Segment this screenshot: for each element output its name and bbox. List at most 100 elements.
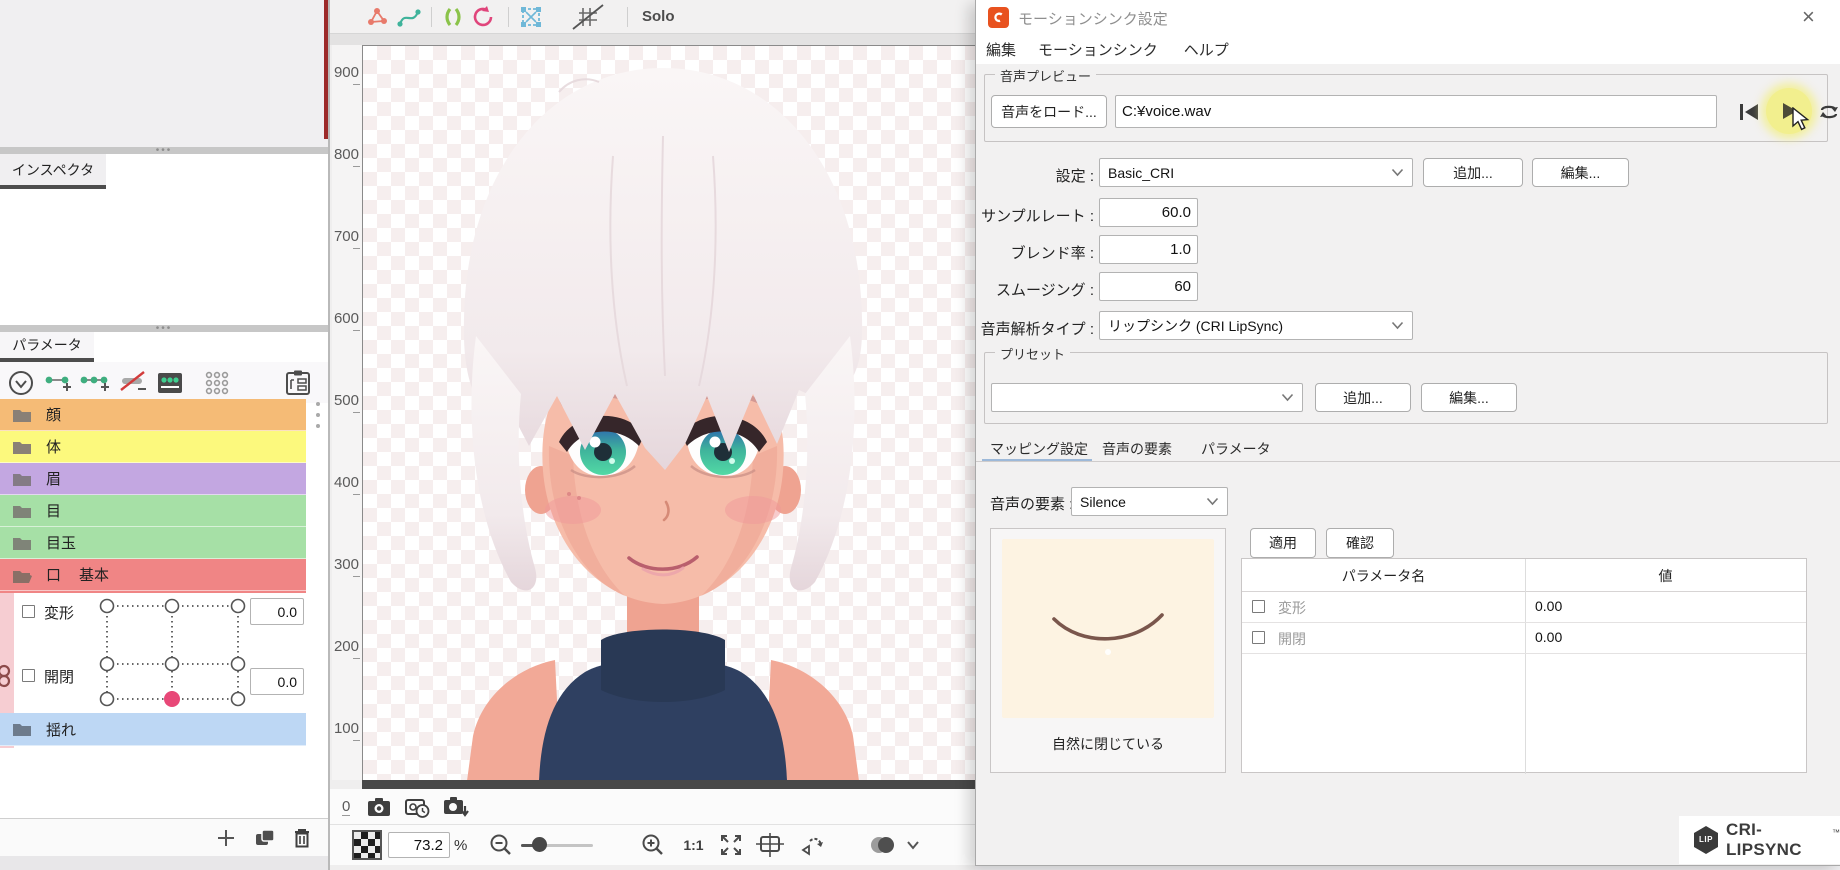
- splitter-horizontal-2[interactable]: •••: [0, 325, 328, 332]
- preset-group-label: プリセット: [995, 344, 1070, 363]
- menu-help[interactable]: ヘルプ: [1184, 39, 1229, 60]
- tab-parameter[interactable]: パラメータ: [0, 332, 94, 362]
- folder-icon: [12, 535, 32, 551]
- folder-label: 口: [46, 564, 61, 585]
- motionsync-dialog: モーションシンク設定 × 編集 モーションシンク ヘルプ 音声プレビュー 音声を…: [975, 0, 1840, 866]
- setting-select-value: Basic_CRI: [1108, 165, 1174, 181]
- load-audio-button[interactable]: 音声をロード...: [991, 95, 1107, 128]
- tab-inspector[interactable]: インスペクタ: [0, 154, 106, 189]
- canvas-frame-icon[interactable]: [756, 833, 784, 857]
- confirm-button[interactable]: 確認: [1326, 528, 1394, 558]
- tab-mapping-settings[interactable]: マッピング設定: [990, 439, 1088, 459]
- remove-keyform-icon[interactable]: [118, 370, 148, 396]
- screenshot-icon[interactable]: [366, 796, 392, 818]
- preset-edit-button[interactable]: 編集...: [1421, 383, 1517, 412]
- param-folder-eye[interactable]: 目: [0, 495, 306, 527]
- menu-edit[interactable]: 編集: [986, 39, 1016, 60]
- setting-select[interactable]: Basic_CRI: [1099, 158, 1413, 187]
- table-row-openclose[interactable]: 開閉 0.00: [1242, 622, 1806, 654]
- view-mode-chevron[interactable]: [906, 840, 920, 850]
- table-row-deform[interactable]: 変形 0.00: [1242, 591, 1806, 623]
- row-checkbox[interactable]: [1252, 631, 1265, 644]
- param-folder-eyeball[interactable]: 目玉: [0, 527, 306, 559]
- row-param-value[interactable]: 0.00: [1535, 598, 1562, 614]
- preset-add-button[interactable]: 追加...: [1315, 383, 1411, 412]
- delete-icon[interactable]: [292, 827, 312, 849]
- param-checkbox-deform[interactable]: [22, 605, 35, 618]
- menu-motionsync[interactable]: モーションシンク: [1038, 39, 1158, 60]
- multi-keypoint-grid-icon[interactable]: [204, 370, 230, 396]
- loop-icon[interactable]: [1817, 100, 1840, 124]
- tab-parameters[interactable]: パラメータ: [1201, 439, 1271, 459]
- grid-toggle-icon[interactable]: [571, 4, 605, 30]
- blend-ratio-input[interactable]: [1099, 235, 1198, 264]
- param-folder-sway[interactable]: 揺れ: [0, 713, 306, 746]
- capture-export-icon[interactable]: [442, 796, 470, 818]
- smoothing-input[interactable]: [1099, 272, 1198, 301]
- reset-rotation-icon[interactable]: [796, 833, 826, 857]
- param-folder-mouth[interactable]: 口 基本: [0, 559, 306, 591]
- view-mode-toggle[interactable]: [866, 834, 900, 856]
- canvas-hscrollbar[interactable]: [362, 780, 975, 789]
- apply-button[interactable]: 適用: [1250, 528, 1316, 558]
- parameter-bottom-bar: [0, 818, 328, 857]
- preset-group: プリセット 追加... 編集...: [984, 352, 1828, 424]
- solo-toggle[interactable]: Solo: [642, 8, 675, 25]
- add-parameter-icon[interactable]: [216, 828, 236, 848]
- keyform-editor-icon[interactable]: [156, 371, 184, 395]
- dialog-titlebar[interactable]: モーションシンク設定 ×: [976, 0, 1840, 34]
- row-param-value[interactable]: 0.00: [1535, 629, 1562, 645]
- param-folder-body[interactable]: 体: [0, 431, 306, 463]
- analysis-type-select[interactable]: リップシンク (CRI LipSync): [1099, 311, 1413, 340]
- timed-capture-icon[interactable]: [404, 796, 430, 818]
- audio-element-select[interactable]: Silence: [1071, 487, 1228, 516]
- model-viewport[interactable]: [362, 45, 975, 780]
- deformer-brackets-icon[interactable]: [442, 6, 464, 28]
- add-3point-keyform-icon[interactable]: [80, 370, 110, 396]
- param-value-openclose[interactable]: [250, 668, 304, 695]
- preset-select[interactable]: [991, 383, 1303, 412]
- mesh-tool-icon[interactable]: [365, 6, 389, 28]
- param-checkbox-openclose[interactable]: [22, 669, 35, 682]
- param-scrollbar[interactable]: [314, 402, 322, 428]
- setting-add-button[interactable]: 追加...: [1423, 158, 1523, 187]
- transform-box-icon[interactable]: [519, 6, 543, 28]
- audio-file-path-input[interactable]: [1115, 95, 1717, 128]
- sample-rate-input[interactable]: [1099, 198, 1198, 227]
- zoom-percent-input[interactable]: [388, 832, 450, 858]
- link-params-icon[interactable]: [0, 663, 14, 689]
- dialog-menubar: 編集 モーションシンク ヘルプ: [976, 34, 1840, 64]
- row-checkbox[interactable]: [1252, 600, 1265, 613]
- keyform-grid[interactable]: [95, 597, 255, 715]
- fit-view-icon[interactable]: [718, 832, 744, 858]
- param-folder-brow[interactable]: 眉: [0, 463, 306, 495]
- rotate-deformer-icon[interactable]: [472, 6, 496, 28]
- tabs-divider: [976, 461, 1840, 462]
- collapse-all-icon[interactable]: [8, 370, 34, 396]
- folder-icon: [12, 471, 32, 487]
- curve-tool-icon[interactable]: [397, 6, 421, 28]
- param-folder-face[interactable]: 顔: [0, 399, 306, 431]
- canvas-toolbar: Solo: [330, 0, 975, 34]
- dialog-tabs: マッピング設定 音声の要素 パラメータ: [976, 434, 1840, 462]
- param-value-deform[interactable]: [250, 598, 304, 625]
- duplicate-icon[interactable]: [254, 828, 276, 848]
- splitter-horizontal[interactable]: •••: [0, 147, 328, 154]
- column-param-name: パラメータ名: [1242, 566, 1525, 586]
- toolbar-divider: [508, 7, 509, 27]
- zoom-slider-thumb[interactable]: [532, 837, 547, 852]
- chevron-down-icon: [1391, 321, 1404, 330]
- background-swatch[interactable]: [352, 830, 382, 860]
- setting-edit-button[interactable]: 編集...: [1532, 158, 1629, 187]
- add-2point-keyform-icon[interactable]: [44, 370, 72, 396]
- zoom-slider[interactable]: [521, 842, 593, 848]
- actual-size-button[interactable]: 1:1: [683, 837, 703, 853]
- zoom-in-icon[interactable]: [641, 833, 665, 857]
- zoom-out-icon[interactable]: [489, 833, 513, 857]
- ruler-label: 800: [334, 146, 359, 163]
- skip-to-start-icon[interactable]: [1737, 100, 1761, 124]
- tab-audio-elements[interactable]: 音声の要素: [1102, 439, 1172, 459]
- chevron-down-icon: [1391, 168, 1404, 177]
- close-icon[interactable]: ×: [1802, 4, 1815, 30]
- clipboard-panel-icon[interactable]: [284, 369, 312, 397]
